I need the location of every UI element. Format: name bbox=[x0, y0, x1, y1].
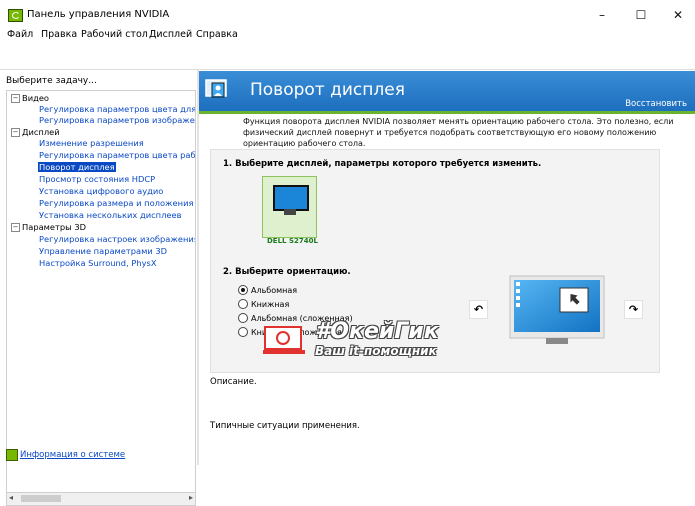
nvidia-logo-icon bbox=[8, 9, 23, 22]
radio-icon[interactable] bbox=[238, 285, 248, 295]
close-button[interactable]: ✕ bbox=[663, 6, 693, 24]
tree-item-rotate-display[interactable]: Поворот дисплея bbox=[38, 162, 116, 172]
menu-file[interactable]: Файл bbox=[7, 29, 33, 40]
menu-help[interactable]: Справка bbox=[196, 29, 238, 40]
tree-category-video[interactable]: − Видео bbox=[11, 93, 49, 103]
orientation-landscape[interactable]: Альбомная bbox=[238, 285, 297, 295]
tree-item-surround[interactable]: Настройка Surround, PhysX bbox=[39, 258, 157, 268]
task-tree[interactable]: − Видео Регулировка параметров цвета для … bbox=[6, 90, 196, 495]
task-pane-title: Выберите задачу... bbox=[6, 76, 97, 86]
tree-item-3d-image[interactable]: Регулировка настроек изображения с пр bbox=[39, 234, 195, 244]
header-accent-bar bbox=[199, 111, 695, 114]
content-pane: Поворот дисплея Восстановить Функция пов… bbox=[199, 70, 695, 475]
radio-icon[interactable] bbox=[238, 327, 248, 337]
collapse-icon[interactable]: − bbox=[11, 223, 20, 232]
scroll-thumb[interactable] bbox=[21, 495, 61, 502]
tree-item-hdcp[interactable]: Просмотр состояния HDCP bbox=[39, 174, 155, 184]
rotate-left-icon: ↶ bbox=[473, 303, 484, 316]
tree-item-desktop-size[interactable]: Регулировка размера и положения рабо bbox=[39, 198, 195, 208]
rotate-display-icon bbox=[205, 79, 227, 98]
tree-item-multi-display[interactable]: Установка нескольких дисплеев bbox=[39, 210, 182, 220]
page-description: Функция поворота дисплея NVIDIA позволяе… bbox=[243, 117, 674, 148]
page-header: Поворот дисплея Восстановить bbox=[199, 71, 695, 111]
menu-edit[interactable]: Правка bbox=[41, 29, 77, 40]
maximize-button[interactable]: ☐ bbox=[626, 6, 656, 24]
scroll-left-icon[interactable]: ◂ bbox=[9, 493, 13, 502]
task-pane: Выберите задачу... − Видео Регулировка па… bbox=[4, 72, 196, 506]
rotate-left-button[interactable]: ↶ bbox=[469, 300, 488, 319]
nvidia-control-panel-window: Панель управления NVIDIA – ☐ ✕ Файл Прав… bbox=[0, 0, 695, 506]
collapse-icon[interactable]: − bbox=[11, 94, 20, 103]
watermark-logo-icon bbox=[263, 326, 305, 354]
minimize-button[interactable]: – bbox=[587, 6, 617, 24]
step1-heading: 1. Выберите дисплей, параметры которого … bbox=[223, 159, 542, 169]
toolbar bbox=[0, 44, 695, 70]
window-title: Панель управления NVIDIA bbox=[27, 9, 170, 20]
rotate-right-button[interactable]: ↷ bbox=[624, 300, 643, 319]
tree-item-3d-manage[interactable]: Управление параметрами 3D bbox=[39, 246, 167, 256]
tree-item-desktop-color[interactable]: Регулировка параметров цвета рабочег bbox=[39, 150, 195, 160]
menu-desktop[interactable]: Рабочий стол bbox=[81, 29, 148, 40]
tree-item-digital-audio[interactable]: Установка цифрового аудио bbox=[39, 186, 163, 196]
tree-category-display[interactable]: − Дисплей bbox=[11, 127, 60, 137]
title-bar: Панель управления NVIDIA – ☐ ✕ bbox=[0, 0, 695, 28]
usage-label: Типичные ситуации применения. bbox=[210, 421, 360, 431]
tree-item-video-color[interactable]: Регулировка параметров цвета для вид bbox=[39, 104, 195, 114]
orientation-portrait[interactable]: Книжная bbox=[238, 299, 289, 309]
step2-heading: 2. Выберите ориентацию. bbox=[223, 267, 351, 277]
menu-bar: Файл Правка Рабочий стол Дисплей Справка bbox=[0, 28, 695, 44]
radio-icon[interactable] bbox=[238, 299, 248, 309]
orientation-preview bbox=[509, 275, 605, 344]
restore-defaults-link[interactable]: Восстановить bbox=[625, 99, 687, 109]
menu-display[interactable]: Дисплей bbox=[149, 29, 192, 40]
tree-item-video-image[interactable]: Регулировка параметров изображения д bbox=[39, 115, 195, 125]
collapse-icon[interactable]: − bbox=[11, 128, 20, 137]
scroll-right-icon[interactable]: ▸ bbox=[189, 493, 193, 502]
tree-item-resolution[interactable]: Изменение разрешения bbox=[39, 138, 144, 148]
watermark-subtitle: Ваш it-помощник bbox=[315, 344, 437, 358]
display-selector[interactable] bbox=[262, 176, 317, 238]
watermark-title: #ОкейГик bbox=[315, 319, 439, 344]
tree-category-3d[interactable]: − Параметры 3D bbox=[11, 222, 86, 232]
radio-icon[interactable] bbox=[238, 313, 248, 323]
page-title: Поворот дисплея bbox=[250, 80, 405, 100]
system-info-icon bbox=[6, 449, 18, 461]
tree-horizontal-scrollbar[interactable]: ◂ ▸ bbox=[6, 492, 196, 506]
display-name[interactable]: DELL S2740L bbox=[267, 237, 318, 245]
watermark: #ОкейГик Ваш it-помощник bbox=[263, 319, 503, 363]
monitor-icon bbox=[273, 185, 309, 215]
rotate-right-icon: ↷ bbox=[628, 303, 639, 316]
system-info-link[interactable]: Информация о системе bbox=[6, 449, 125, 461]
description-label: Описание. bbox=[210, 377, 257, 387]
